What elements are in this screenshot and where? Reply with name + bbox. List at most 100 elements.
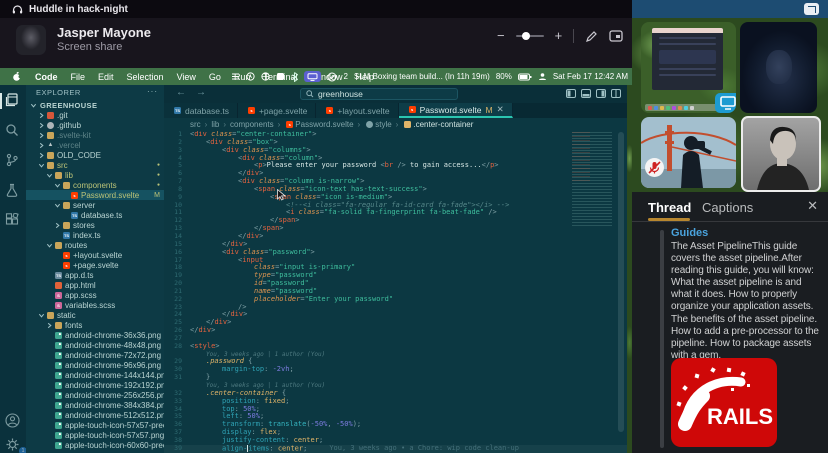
command-center-search[interactable]: greenhouse (300, 88, 458, 100)
clock-menu-icon[interactable] (246, 72, 255, 81)
breadcrumb-item[interactable]: components (230, 120, 274, 129)
video-tile-avatar-bridge[interactable] (641, 117, 736, 188)
tree-item[interactable]: android-chrome-96x96.png (26, 360, 164, 370)
tree-item[interactable]: Sapp.scss (26, 290, 164, 300)
tree-item[interactable]: app.html (26, 280, 164, 290)
tree-item[interactable]: s+layout.svelte (26, 250, 164, 260)
globe-icon[interactable] (261, 72, 270, 81)
menu-go[interactable]: Go (209, 72, 221, 82)
code-line: 28<style> (164, 343, 627, 351)
editor-layout-icon[interactable] (611, 89, 621, 98)
menu-selection[interactable]: Selection (127, 72, 164, 82)
popout-icon[interactable] (804, 3, 819, 15)
close-panel-icon[interactable]: ✕ (807, 198, 818, 214)
tree-item[interactable]: .svelte-kit (26, 130, 164, 140)
tree-item[interactable]: s+page.svelte (26, 260, 164, 270)
screenshare-menu-icon[interactable] (304, 71, 321, 82)
fullscreen-icon[interactable] (609, 30, 623, 42)
zoom-out-button[interactable]: − (497, 26, 505, 46)
tab--page-svelte[interactable]: s+page.svelte (238, 103, 316, 118)
video-tile-participant-portrait[interactable] (741, 116, 821, 192)
menu-file[interactable]: File (71, 72, 86, 82)
breadcrumb-item[interactable]: .center-container (402, 120, 473, 129)
video-tile-screenshare[interactable] (641, 22, 736, 113)
tree-item[interactable]: android-chrome-48x48.png (26, 340, 164, 350)
explorer-more-icon[interactable]: ··· (147, 87, 158, 96)
tree-item[interactable]: apple-touch-icon-60x60-precomposed... (26, 440, 164, 450)
tree-item[interactable]: server (26, 200, 164, 210)
tab--layout-svelte[interactable]: s+layout.svelte (316, 103, 398, 118)
apple-icon[interactable] (12, 71, 22, 82)
tree-item[interactable]: lib● (26, 170, 164, 180)
tree-item[interactable]: android-chrome-512x512.png (26, 410, 164, 420)
tree-item[interactable]: stores (26, 220, 164, 230)
tree-item[interactable]: .git (26, 110, 164, 120)
calendar-event[interactable]: SLM Boxing team build... (In 11h 19m) (354, 72, 490, 81)
tree-item[interactable]: android-chrome-192x192.png (26, 380, 164, 390)
tab-close-icon[interactable]: ✕ (497, 104, 504, 115)
menubar-clock[interactable]: Sat Feb 17 12:42 AM (553, 72, 628, 81)
extensions-icon[interactable] (5, 213, 21, 229)
settings-gear-icon[interactable]: 1 (5, 437, 21, 453)
tree-item[interactable]: android-chrome-384x384.png (26, 400, 164, 410)
tree-item[interactable]: TSindex.ts (26, 230, 164, 240)
tree-item[interactable]: apple-touch-icon-57x57.png (26, 430, 164, 440)
tab-thread[interactable]: Thread (648, 200, 691, 215)
svelte-file-icon: s (63, 252, 70, 259)
toggle-secondary-sidebar-icon[interactable] (596, 89, 606, 98)
explorer-icon[interactable] (5, 93, 21, 109)
tree-item[interactable]: sPassword.svelteM (26, 190, 164, 200)
tree-item[interactable]: OLD_CODE (26, 150, 164, 160)
menu-view[interactable]: View (177, 72, 196, 82)
editor-scrollbar[interactable] (618, 132, 624, 432)
tree-item[interactable]: TSdatabase.ts (26, 210, 164, 220)
nav-back-icon[interactable]: ← (176, 87, 186, 98)
guides-link[interactable]: Guides (671, 227, 708, 239)
menu-code[interactable]: Code (35, 72, 58, 82)
tree-item[interactable]: components● (26, 180, 164, 190)
video-tile-participant-dark[interactable] (740, 22, 817, 113)
tree-item[interactable]: routes (26, 240, 164, 250)
tree-item[interactable]: android-chrome-36x36.png (26, 330, 164, 340)
tree-item[interactable]: GREENHOUSE (26, 100, 164, 110)
tree-item[interactable]: static (26, 310, 164, 320)
tree-item[interactable]: Svariables.scss (26, 300, 164, 310)
tree-item[interactable]: apple-touch-icon-57x57-precomposed... (26, 420, 164, 430)
nav-forward-icon[interactable]: → (196, 87, 206, 98)
breadcrumb-item[interactable]: src (190, 120, 201, 129)
tree-item[interactable]: .github (26, 120, 164, 130)
tree-item[interactable]: TSapp.d.ts (26, 270, 164, 280)
code-editor[interactable]: 1<div class="center-container">2<div cla… (164, 131, 627, 453)
bluetooth-icon[interactable] (291, 72, 298, 82)
breadcrumb-item[interactable]: style (364, 120, 391, 129)
app-box-icon[interactable] (276, 72, 285, 81)
tree-item[interactable]: ▲.vercel (26, 140, 164, 150)
tree-item[interactable]: android-chrome-72x72.png (26, 350, 164, 360)
breadcrumb-item[interactable]: s Password.svelte (284, 120, 353, 129)
source-control-icon[interactable] (5, 153, 21, 169)
zoom-slider[interactable] (516, 35, 544, 37)
list-icon[interactable] (231, 72, 240, 81)
tree-item[interactable]: fonts (26, 320, 164, 330)
accounts-icon[interactable] (5, 413, 21, 429)
rails-logo-image[interactable]: RAILS (671, 358, 777, 447)
battery-icon[interactable] (518, 73, 532, 81)
tree-item[interactable]: android-chrome-144x144.png (26, 370, 164, 380)
screen-share[interactable]: CodeFileEditSelectionViewGoRunTerminalWi… (0, 68, 632, 453)
search-sidebar-icon[interactable] (5, 123, 21, 139)
toggle-sidebar-icon[interactable] (566, 89, 576, 98)
testing-flask-icon[interactable] (5, 183, 21, 199)
zoom-in-button[interactable]: + (555, 26, 563, 46)
tree-item[interactable]: android-chrome-256x256.png (26, 390, 164, 400)
user-menu-icon[interactable] (538, 72, 547, 81)
tab-password-svelte[interactable]: sPassword.svelteM✕ (399, 103, 513, 118)
toggle-panel-icon[interactable] (581, 89, 591, 98)
tree-item[interactable]: src● (26, 160, 164, 170)
tab-captions[interactable]: Captions (702, 200, 753, 215)
menu-edit[interactable]: Edit (98, 72, 114, 82)
zoom-slider-knob[interactable] (522, 32, 530, 40)
check-circle-icon[interactable] (327, 72, 337, 82)
draw-pencil-icon[interactable] (585, 30, 598, 43)
breadcrumb-item[interactable]: lib (211, 120, 219, 129)
tab-database-ts[interactable]: TSdatabase.ts (164, 103, 238, 118)
